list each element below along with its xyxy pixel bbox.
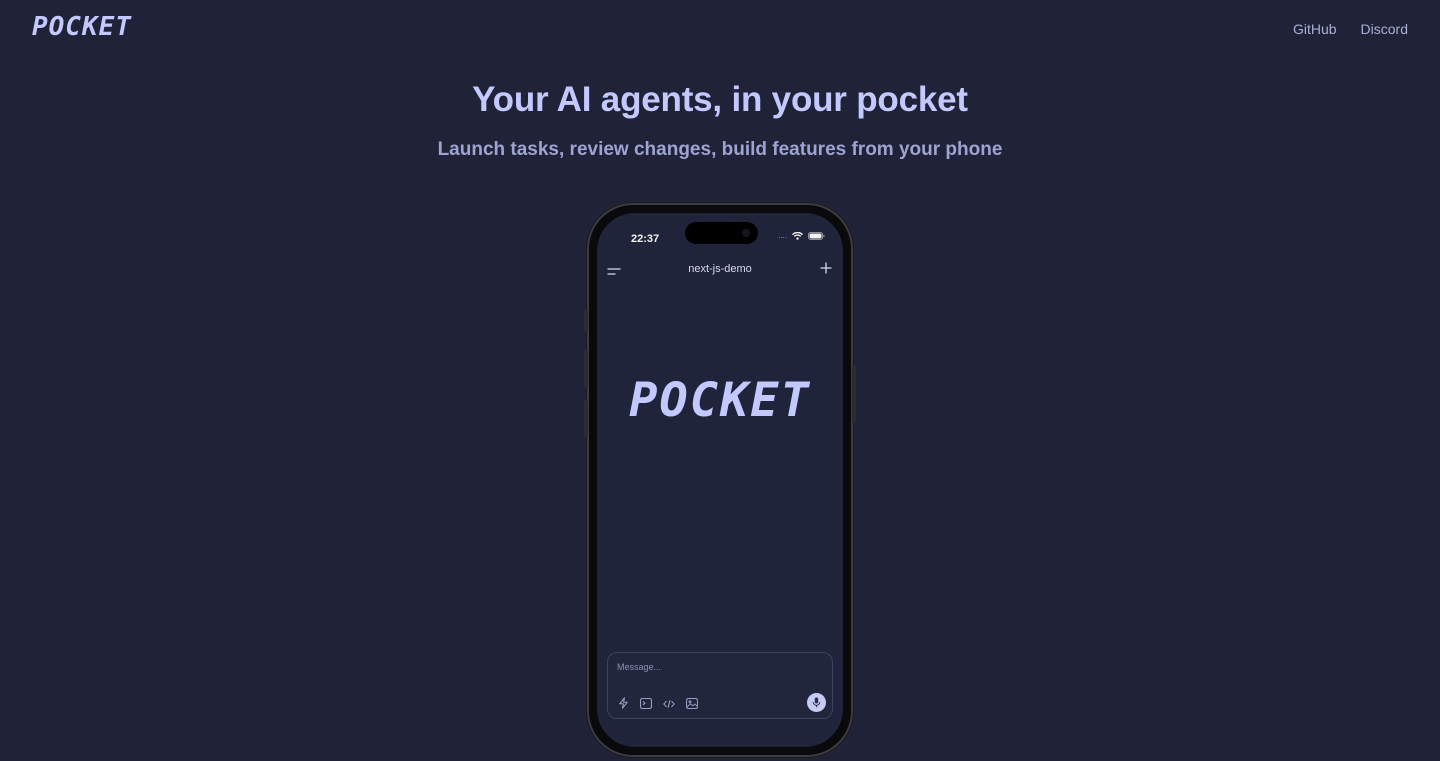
phone-action-button: [584, 310, 588, 332]
logo[interactable]: POCKET: [32, 12, 132, 42]
terminal-icon[interactable]: [640, 696, 652, 714]
status-icons: ....: [778, 232, 825, 240]
phone-power-button: [852, 365, 856, 423]
image-icon[interactable]: [686, 696, 698, 714]
signal-icon: ....: [778, 231, 787, 240]
top-navigation: POCKET GitHub Discord: [0, 0, 1440, 60]
phone-screen: 22:37 .... next-js-demo POCKET Message..…: [597, 213, 843, 747]
phone-volume-up-button: [584, 350, 588, 388]
phone-volume-down-button: [584, 400, 588, 438]
camera-icon: [742, 229, 750, 237]
phone-mockup: 22:37 .... next-js-demo POCKET Message..…: [584, 203, 856, 757]
wifi-icon: [792, 232, 803, 240]
app-bar: next-js-demo: [597, 259, 843, 281]
composer-toolbar: [618, 696, 698, 714]
battery-icon: [808, 232, 825, 240]
message-composer: [607, 652, 833, 719]
microphone-button[interactable]: [807, 693, 826, 712]
nav-links: GitHub Discord: [1293, 21, 1408, 37]
app-logo: POCKET: [629, 373, 811, 428]
hero-subtitle: Launch tasks, review changes, build feat…: [437, 139, 1003, 160]
dynamic-island: [685, 222, 758, 244]
status-time: 22:37: [631, 233, 660, 245]
microphone-icon: [812, 697, 821, 708]
plus-icon[interactable]: [819, 261, 833, 280]
project-title: next-js-demo: [688, 263, 752, 275]
code-icon[interactable]: [663, 696, 675, 714]
message-input[interactable]: [617, 662, 822, 672]
lightning-icon[interactable]: [618, 696, 629, 714]
github-link[interactable]: GitHub: [1293, 21, 1337, 37]
hero-title: Your AI agents, in your pocket: [472, 80, 968, 119]
discord-link[interactable]: Discord: [1361, 21, 1408, 37]
